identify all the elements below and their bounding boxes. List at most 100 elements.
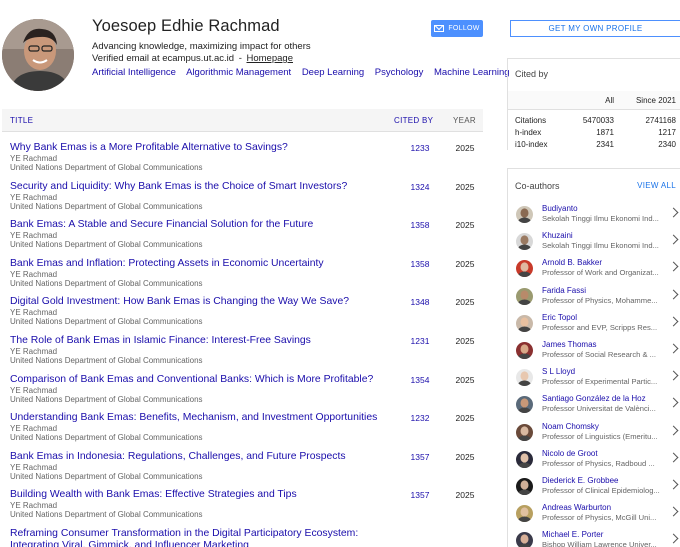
publication-title-link[interactable]: Bank Emas: A Stable and Secure Financial… — [10, 219, 313, 231]
cited-by-link[interactable]: 1231 — [400, 336, 440, 346]
chevron-right-icon[interactable] — [668, 343, 679, 354]
coauthor-item[interactable]: Farida Fassi Professor of Physics, Mohamm… — [508, 283, 680, 310]
coauthor-avatar — [516, 423, 533, 441]
email-text: Verified email at ecampus.ut.ac.id — [92, 53, 235, 64]
coauthor-item[interactable]: Santiago González de la Hoz Professor Uni… — [508, 391, 680, 418]
cited-by-link[interactable]: 1358 — [400, 220, 440, 230]
chevron-right-icon[interactable] — [668, 289, 679, 300]
metric-since: 1217 — [658, 128, 676, 137]
coauthor-item[interactable]: Noam Chomsky Professor of Linguistics (Em… — [508, 419, 680, 446]
column-cited-by-header[interactable]: CITED BY — [394, 116, 433, 125]
publication-title-link[interactable]: Bank Emas in Indonesia: Regulations, Cha… — [10, 451, 346, 463]
publication-authors: YE Rachmad — [10, 346, 58, 356]
coauthor-affiliation: Professor of Physics, Mohamme... — [542, 295, 658, 305]
interest-link-machine-learning[interactable]: Machine Learning — [434, 67, 510, 78]
chevron-right-icon[interactable] — [668, 316, 679, 327]
interest-link-algorithmic-management[interactable]: Algorithmic Management — [186, 67, 291, 78]
cited-by-link[interactable]: 1232 — [400, 413, 440, 423]
interest-link-ai[interactable]: Artificial Intelligence — [92, 67, 176, 78]
coauthor-name[interactable]: Budiyanto — [542, 204, 578, 213]
coauthor-name[interactable]: Eric Topol — [542, 313, 577, 322]
cited-by-link[interactable]: 1357 — [400, 490, 440, 500]
publication-authors: YE Rachmad — [10, 385, 58, 395]
cited-col-all: All — [605, 96, 614, 105]
coauthor-name[interactable]: Khuzaini — [542, 231, 573, 240]
coauthor-affiliation: Professor of Linguistics (Emeritu... — [542, 431, 658, 441]
column-year-header[interactable]: YEAR — [453, 116, 476, 125]
cited-by-link[interactable]: 1357 — [400, 452, 440, 462]
coauthor-item[interactable]: Andreas Warburton Professor of Physics, M… — [508, 500, 680, 527]
chevron-right-icon[interactable] — [668, 370, 679, 381]
cited-col-since: Since 2021 — [635, 96, 676, 105]
coauthor-affiliation: Professor of Physics, McGill Uni... — [542, 513, 657, 523]
coauthor-name[interactable]: Nicolo de Groot — [542, 449, 598, 458]
publication-title-link[interactable]: Building Wealth with Bank Emas: Effectiv… — [10, 489, 297, 501]
publication-title-link[interactable]: Why Bank Emas is a More Profitable Alter… — [10, 142, 288, 154]
publication-title-link[interactable]: Reframing Consumer Transformation in the… — [10, 528, 390, 547]
cited-by-link[interactable]: 1348 — [400, 297, 440, 307]
coauthor-item[interactable]: S L Lloyd Professor of Experimental Parti… — [508, 364, 680, 391]
coauthor-name[interactable]: Farida Fassi — [542, 286, 586, 295]
table-row: Why Bank Emas is a More Profitable Alter… — [2, 133, 483, 172]
follow-button[interactable]: FOLLOW — [431, 20, 483, 37]
metric-all: 5470033 — [582, 116, 614, 125]
coauthor-item[interactable]: Khuzaini Sekolah Tinggi Ilmu Ekonomi Ind.… — [508, 228, 680, 255]
chevron-right-icon[interactable] — [668, 506, 679, 517]
publication-title-link[interactable]: Digital Gold Investment: How Bank Emas i… — [10, 296, 349, 308]
coauthor-name[interactable]: James Thomas — [542, 340, 597, 349]
coauthor-item[interactable]: Eric Topol Professor and EVP, Scripps Res… — [508, 310, 680, 337]
publication-title-link[interactable]: Security and Liquidity: Why Bank Emas is… — [10, 181, 347, 193]
chevron-right-icon[interactable] — [668, 397, 679, 408]
publication-authors: YE Rachmad — [10, 231, 58, 241]
coauthor-item[interactable]: Arnold B. Bakker Professor of Work and Or… — [508, 255, 680, 282]
publication-title-link[interactable]: The Role of Bank Emas in Islamic Finance… — [10, 335, 311, 347]
table-row: Comparison of Bank Emas and Conventional… — [2, 365, 483, 404]
email-separator: - — [238, 53, 242, 64]
table-row: Digital Gold Investment: How Bank Emas i… — [2, 287, 483, 326]
coauthor-affiliation: Professor of Social Research & ... — [542, 349, 656, 359]
coauthor-name[interactable]: S L Lloyd — [542, 367, 575, 376]
cited-by-link[interactable]: 1358 — [400, 259, 440, 269]
publication-year: 2025 — [455, 374, 475, 385]
metric-all: 2341 — [596, 140, 614, 149]
get-my-own-profile-button[interactable]: GET MY OWN PROFILE — [510, 20, 680, 37]
view-all-button[interactable]: VIEW ALL — [637, 181, 676, 190]
publication-title-link[interactable]: Bank Emas and Inflation: Protecting Asse… — [10, 258, 324, 270]
coauthor-item[interactable]: Michael E. Porter Bishop William Lawrence… — [508, 527, 680, 547]
column-title-header[interactable]: TITLE — [10, 116, 33, 125]
publication-year: 2025 — [455, 220, 475, 231]
coauthor-avatar — [516, 505, 533, 523]
coauthor-affiliation: Professor Universitat de Valènci... — [542, 404, 656, 414]
publication-title-link[interactable]: Comparison of Bank Emas and Conventional… — [10, 374, 373, 386]
profile-name: Yoesoep Edhie Rachmad — [92, 17, 280, 35]
interest-link-psychology[interactable]: Psychology — [375, 67, 424, 78]
chevron-right-icon[interactable] — [668, 533, 679, 544]
coauthor-list: Budiyanto Sekolah Tinggi Ilmu Ekonomi Ind… — [508, 201, 680, 547]
coauthor-item[interactable]: Diederick E. Grobbee Professor of Clinica… — [508, 473, 680, 500]
cited-by-link[interactable]: 1324 — [400, 182, 440, 192]
publication-authors: YE Rachmad — [10, 462, 58, 472]
coauthor-affiliation: Sekolah Tinggi Ilmu Ekonomi Ind... — [542, 214, 659, 223]
coauthor-item[interactable]: Nicolo de Groot Professor of Physics, Rad… — [508, 446, 680, 473]
chevron-right-icon[interactable] — [668, 261, 679, 272]
cited-by-link[interactable]: 1354 — [400, 375, 440, 385]
chevron-right-icon[interactable] — [668, 479, 679, 490]
chevron-right-icon[interactable] — [668, 425, 679, 435]
publication-title-link[interactable]: Understanding Bank Emas: Benefits, Mecha… — [10, 412, 377, 424]
coauthor-name[interactable]: Andreas Warburton — [542, 503, 611, 512]
coauthor-item[interactable]: Budiyanto Sekolah Tinggi Ilmu Ekonomi Ind… — [508, 201, 680, 228]
coauthor-name[interactable]: Michael E. Porter — [542, 530, 603, 539]
coauthor-avatar — [516, 396, 533, 414]
interest-link-deep-learning[interactable]: Deep Learning — [302, 67, 364, 78]
chevron-right-icon[interactable] — [668, 452, 679, 463]
coauthor-name[interactable]: Noam Chomsky — [542, 422, 599, 431]
coauthor-name[interactable]: Diederick E. Grobbee — [542, 476, 618, 485]
coauthor-name[interactable]: Arnold B. Bakker — [542, 258, 602, 267]
publication-year: 2025 — [455, 181, 475, 192]
chevron-right-icon[interactable] — [668, 207, 679, 218]
homepage-link[interactable]: Homepage — [247, 53, 293, 64]
chevron-right-icon[interactable] — [668, 234, 679, 245]
coauthor-name[interactable]: Santiago González de la Hoz — [542, 394, 646, 403]
cited-by-link[interactable]: 1233 — [400, 143, 440, 153]
coauthor-item[interactable]: James Thomas Professor of Social Research… — [508, 337, 680, 364]
